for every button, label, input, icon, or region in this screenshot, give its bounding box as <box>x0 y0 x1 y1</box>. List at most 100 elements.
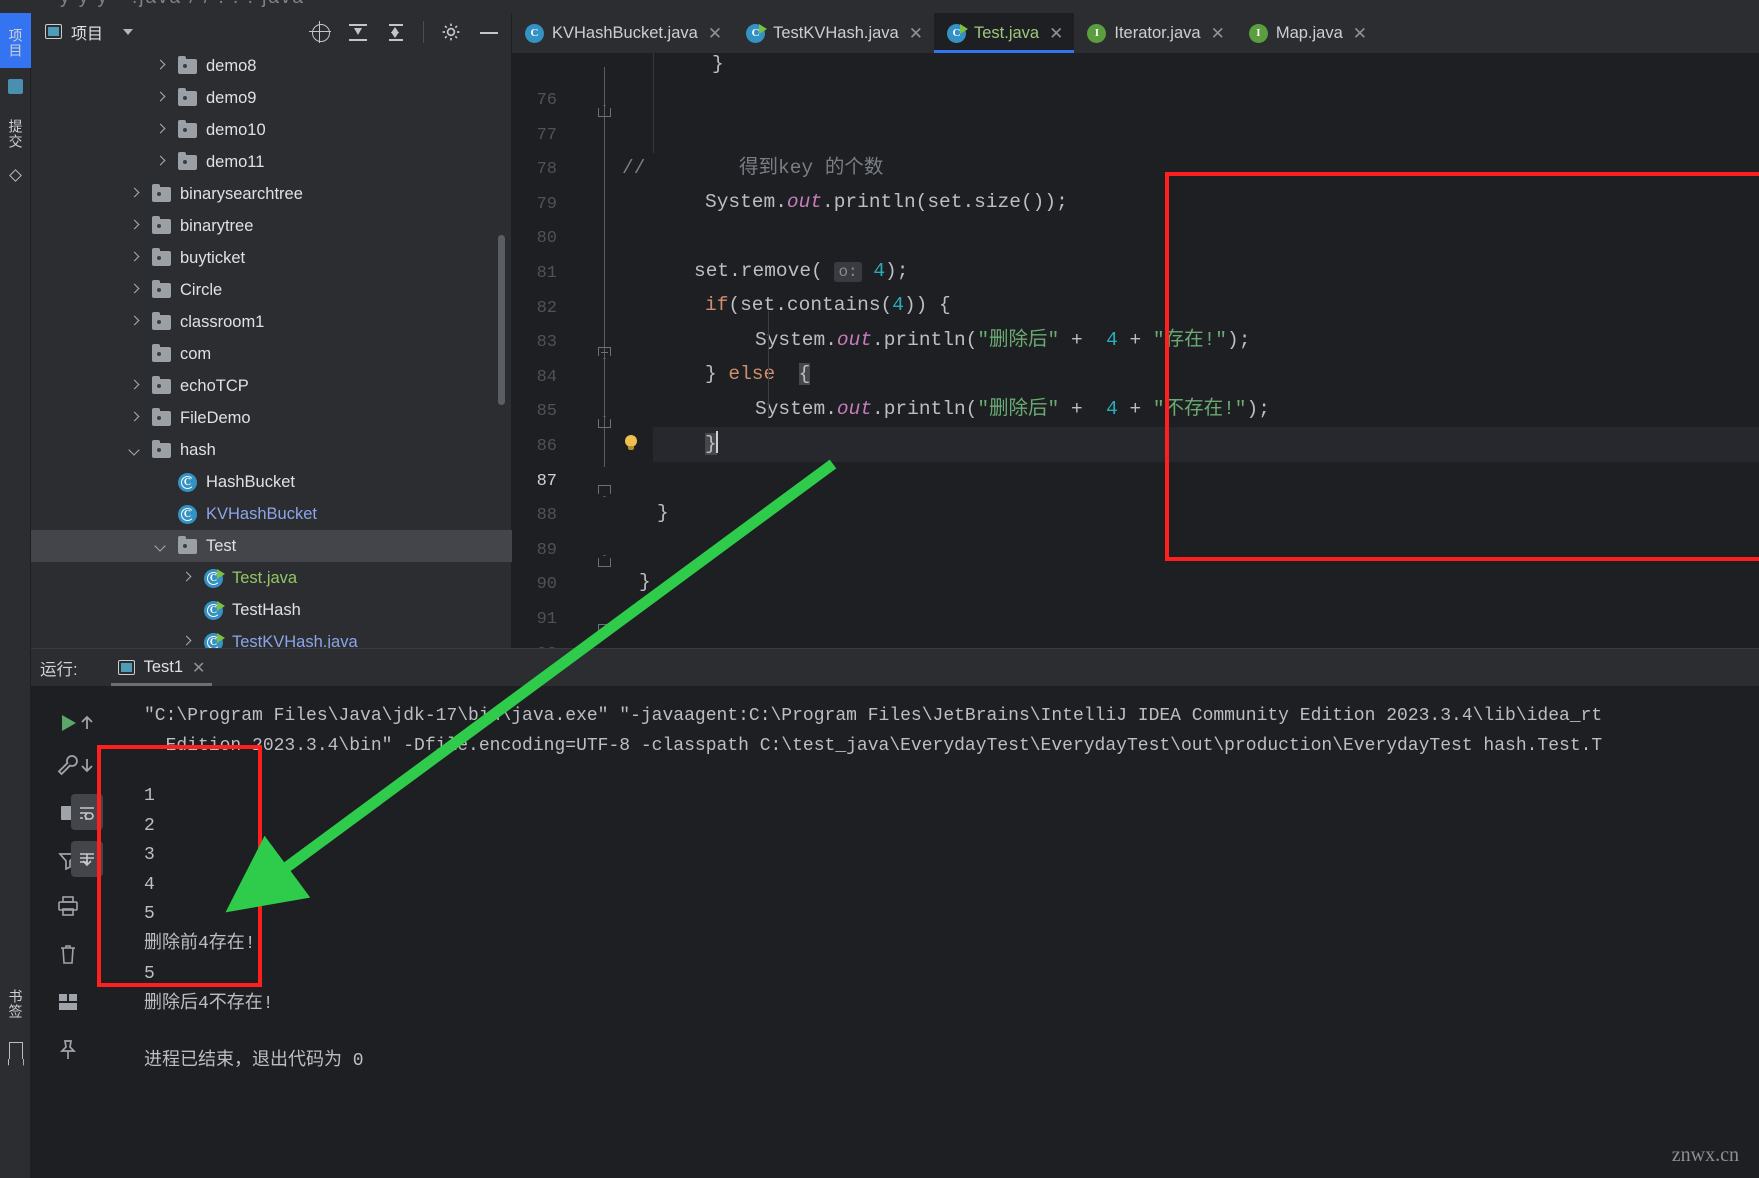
tree-item-label: TestKVHash.java <box>232 632 358 649</box>
chevron-right-icon[interactable] <box>179 634 195 648</box>
target-icon[interactable] <box>309 20 331 43</box>
chevron-down-icon[interactable] <box>127 442 143 458</box>
fold-marker-open-3[interactable] <box>597 553 613 569</box>
folder-icon <box>152 247 171 266</box>
collapse-all-icon[interactable] <box>385 21 407 43</box>
editor-gutter[interactable]: 7677787980818283848586878889909192 <box>512 53 653 648</box>
chevron-right-icon[interactable] <box>127 218 143 234</box>
expand-all-icon[interactable] <box>347 21 369 43</box>
project-tree-scrollbar[interactable] <box>498 235 505 405</box>
fold-marker-close-3[interactable] <box>597 622 613 638</box>
tree-item[interactable]: demo8 <box>31 50 512 82</box>
tree-item[interactable]: hash <box>31 434 512 466</box>
tree-item-label: Circle <box>180 280 223 299</box>
tree-item[interactable]: demo10 <box>31 114 512 146</box>
code-editor[interactable]: 7677787980818283848586878889909192 } // … <box>512 53 1759 648</box>
tree-item[interactable]: C HashBucket <box>31 466 512 498</box>
tree-item[interactable]: C Test.java <box>31 562 512 594</box>
pin-icon <box>59 1039 76 1059</box>
editor-tab[interactable]: C Test.java ✕ <box>933 13 1075 53</box>
tree-item[interactable]: demo9 <box>31 82 512 114</box>
tree-item[interactable]: FileDemo <box>31 402 512 434</box>
tree-item[interactable]: buyticket <box>31 242 512 274</box>
chevron-right-icon[interactable] <box>127 282 143 298</box>
tree-item[interactable]: com <box>31 338 512 370</box>
fold-marker-close-2[interactable] <box>597 483 613 499</box>
sidebar-item-commit[interactable]: 提交 <box>0 108 31 160</box>
fold-marker-open-2[interactable] <box>597 414 613 430</box>
soft-wrap-button[interactable] <box>69 791 104 834</box>
watermark: znwx.cn <box>1671 1144 1739 1166</box>
chevron-down-icon[interactable] <box>123 28 134 35</box>
fold-marker-open[interactable] <box>597 103 613 119</box>
chevron-right-icon[interactable] <box>127 186 143 202</box>
run-tab-test1[interactable]: Test1 ✕ <box>110 649 213 686</box>
print-button[interactable] <box>31 884 104 927</box>
editor-code-area[interactable]: } // 得到key 的个数 System.out.println(set.si… <box>622 53 1759 648</box>
tree-item[interactable]: Test <box>31 530 512 562</box>
tree-item[interactable]: C TestKVHash.java <box>31 626 512 648</box>
folder-icon <box>152 439 171 458</box>
tree-item-label: demo11 <box>206 152 265 171</box>
sidebar-item-bookmarks[interactable]: 书签 <box>0 978 31 1030</box>
scroll-down-button[interactable] <box>69 743 104 786</box>
tree-item[interactable]: binarysearchtree <box>31 178 512 210</box>
tree-item[interactable]: classroom1 <box>31 306 512 338</box>
close-icon[interactable]: ✕ <box>909 25 923 42</box>
clear-all-button[interactable] <box>31 932 104 975</box>
tree-item-label: TestHash <box>232 600 301 619</box>
chevron-right-icon[interactable] <box>127 410 143 426</box>
tree-item[interactable]: C TestHash <box>31 594 512 626</box>
console-output[interactable]: "C:\Program Files\Java\jdk-17\bin\java.e… <box>104 686 1759 1178</box>
chevron-right-icon[interactable] <box>127 314 143 330</box>
chevron-down-icon[interactable] <box>153 538 169 554</box>
close-icon[interactable]: ✕ <box>1353 25 1367 42</box>
editor-tab[interactable]: I Iterator.java ✕ <box>1074 13 1235 53</box>
layout-settings-button[interactable] <box>31 980 104 1023</box>
minimize-icon[interactable] <box>478 21 500 43</box>
chevron-right-icon[interactable] <box>153 90 169 106</box>
tree-item[interactable]: binarytree <box>31 210 512 242</box>
tree-item-label: demo9 <box>206 88 257 107</box>
scroll-up-button[interactable] <box>69 701 104 744</box>
line-number: 78 <box>536 160 557 180</box>
project-window-icon[interactable] <box>0 71 31 101</box>
tree-item[interactable]: Circle <box>31 274 512 306</box>
sidebar-item-project[interactable]: 项目 <box>0 17 31 69</box>
project-icon <box>8 78 23 94</box>
run-config-icon <box>117 660 135 675</box>
tree-item[interactable]: C KVHashBucket <box>31 498 512 530</box>
tree-item-label: demo8 <box>206 56 257 75</box>
project-panel-header: 项目 <box>31 13 512 50</box>
chevron-right-icon[interactable] <box>153 122 169 138</box>
run-toolbar[interactable] <box>31 686 104 1178</box>
tree-item[interactable]: echoTCP <box>31 370 512 402</box>
close-icon[interactable]: ✕ <box>192 658 205 678</box>
chevron-right-icon[interactable] <box>127 378 143 394</box>
gear-icon[interactable] <box>440 21 462 43</box>
editor-tab[interactable]: I Map.java ✕ <box>1236 13 1378 53</box>
scroll-to-end-button[interactable] <box>69 838 104 881</box>
project-tree[interactable]: demo8 demo9 demo10 demo11 binarysearchtree bi… <box>31 50 512 648</box>
editor-tab[interactable]: C TestKVHash.java ✕ <box>733 13 934 53</box>
chevron-right-icon[interactable] <box>153 58 169 74</box>
chevron-right-icon[interactable] <box>127 250 143 266</box>
bookmark-icon[interactable] <box>0 1035 31 1065</box>
structure-diamond-icon[interactable] <box>0 163 31 187</box>
tree-item[interactable]: demo11 <box>31 146 512 178</box>
lightbulb-icon[interactable] <box>623 435 640 452</box>
chevron-right-icon[interactable] <box>179 570 195 586</box>
editor-tab[interactable]: C KVHashBucket.java ✕ <box>512 13 733 53</box>
editor-tabbar[interactable]: C KVHashBucket.java ✕ C TestKVHash.java ✕ C Tes… <box>512 13 1759 53</box>
close-icon[interactable]: ✕ <box>1049 25 1063 42</box>
close-icon[interactable]: ✕ <box>1211 25 1225 42</box>
run-panel-label: 运行: <box>40 660 78 679</box>
java-interface-icon: I <box>1087 23 1107 43</box>
close-icon[interactable]: ✕ <box>708 25 722 42</box>
chevron-right-icon[interactable] <box>153 154 169 170</box>
pin-button[interactable] <box>31 1028 104 1071</box>
fold-marker-close[interactable] <box>597 345 613 361</box>
folder-icon <box>178 55 197 74</box>
left-tool-strip: 项目 提交 书签 <box>0 13 31 1178</box>
